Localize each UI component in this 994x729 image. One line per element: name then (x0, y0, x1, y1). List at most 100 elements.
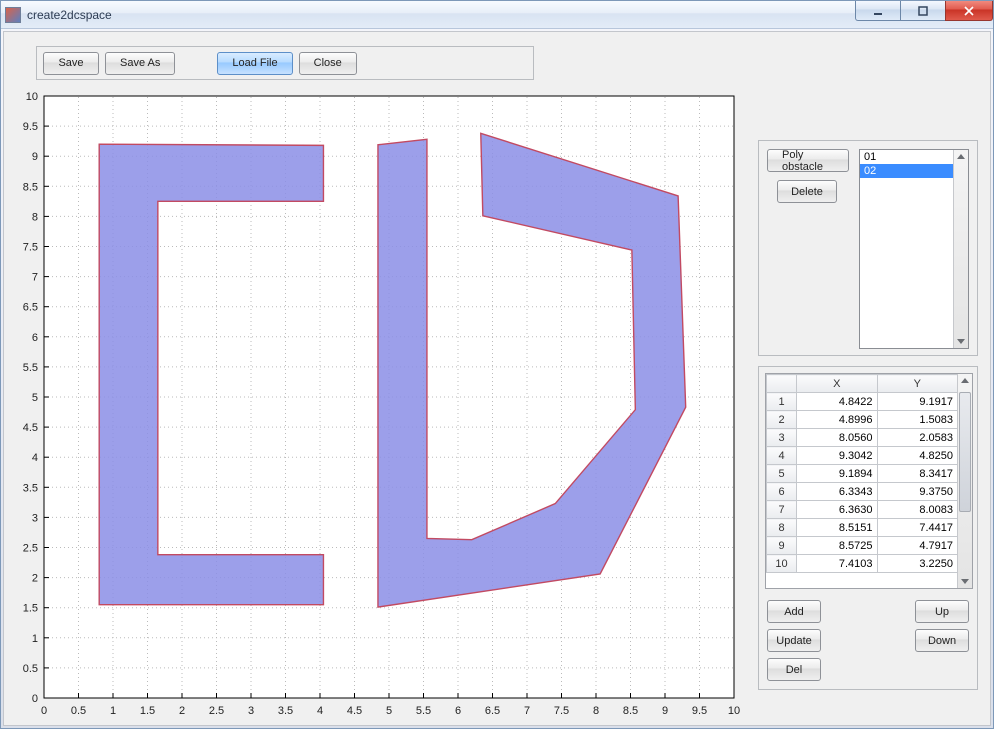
row-header[interactable]: 6 (767, 483, 797, 501)
minimize-button[interactable] (855, 1, 901, 21)
svg-text:9: 9 (662, 705, 668, 717)
svg-text:3.5: 3.5 (23, 482, 38, 494)
table-scrollbar[interactable] (957, 374, 972, 588)
obstacle-listbox[interactable]: 0102 (859, 149, 969, 349)
svg-text:2.5: 2.5 (209, 705, 224, 717)
table-row[interactable]: 59.18948.3417 (767, 465, 958, 483)
down-vertex-button[interactable]: Down (915, 629, 969, 652)
svg-text:8.5: 8.5 (23, 181, 38, 193)
delete-obstacle-button[interactable]: Delete (777, 180, 837, 203)
svg-text:4: 4 (317, 705, 323, 717)
table-row[interactable]: 38.05602.0583 (767, 429, 958, 447)
svg-text:5.5: 5.5 (23, 362, 38, 374)
svg-text:0.5: 0.5 (71, 705, 86, 717)
row-header[interactable]: 7 (767, 501, 797, 519)
plot-axes[interactable]: 00.511.522.533.544.555.566.577.588.599.5… (10, 90, 742, 722)
cell-y[interactable]: 4.7917 (877, 537, 958, 555)
row-header[interactable]: 1 (767, 393, 797, 411)
window-title: create2dcspace (27, 8, 112, 22)
obstacle-panel: Poly obstacle Delete 0102 (758, 140, 978, 356)
close-window-button[interactable] (945, 1, 993, 21)
svg-text:5: 5 (32, 392, 38, 404)
poly-obstacle-button[interactable]: Poly obstacle (767, 149, 849, 172)
cell-x[interactable]: 6.3630 (797, 501, 878, 519)
cell-y[interactable]: 3.2250 (877, 555, 958, 573)
scrollbar-thumb[interactable] (959, 392, 971, 512)
maximize-icon (918, 6, 928, 16)
table-row[interactable]: 98.57254.7917 (767, 537, 958, 555)
row-header[interactable]: 5 (767, 465, 797, 483)
svg-text:1.5: 1.5 (23, 603, 38, 615)
svg-text:3.5: 3.5 (278, 705, 293, 717)
row-header[interactable]: 10 (767, 555, 797, 573)
table-row[interactable]: 24.89961.5083 (767, 411, 958, 429)
cell-x[interactable]: 9.3042 (797, 447, 878, 465)
svg-text:4.5: 4.5 (347, 705, 362, 717)
row-header[interactable]: 3 (767, 429, 797, 447)
add-vertex-button[interactable]: Add (767, 600, 821, 623)
col-header-y[interactable]: Y (877, 375, 958, 393)
titlebar[interactable]: create2dcspace (1, 1, 993, 29)
cell-x[interactable]: 8.5725 (797, 537, 878, 555)
cell-x[interactable]: 6.3343 (797, 483, 878, 501)
svg-text:5.5: 5.5 (416, 705, 431, 717)
cell-y[interactable]: 7.4417 (877, 519, 958, 537)
cell-x[interactable]: 9.1894 (797, 465, 878, 483)
svg-text:6: 6 (32, 332, 38, 344)
svg-text:2.5: 2.5 (23, 543, 38, 555)
svg-text:0: 0 (41, 705, 47, 717)
table-row[interactable]: 88.51517.4417 (767, 519, 958, 537)
close-button[interactable]: Close (299, 52, 357, 75)
cell-y[interactable]: 8.0083 (877, 501, 958, 519)
app-window: create2dcspace Save Save As Load File Cl… (0, 0, 994, 729)
load-file-button[interactable]: Load File (217, 52, 292, 75)
svg-text:1.5: 1.5 (140, 705, 155, 717)
svg-text:9: 9 (32, 151, 38, 163)
cell-y[interactable]: 2.0583 (877, 429, 958, 447)
vertex-panel: X Y 14.84229.191724.89961.508338.05602.0… (758, 366, 978, 690)
obstacle-list-item[interactable]: 02 (860, 164, 968, 178)
cell-y[interactable]: 4.8250 (877, 447, 958, 465)
cell-y[interactable]: 1.5083 (877, 411, 958, 429)
update-vertex-button[interactable]: Update (767, 629, 821, 652)
close-icon (964, 6, 974, 16)
table-row[interactable]: 76.36308.0083 (767, 501, 958, 519)
row-header[interactable]: 8 (767, 519, 797, 537)
svg-text:6.5: 6.5 (485, 705, 500, 717)
table-row[interactable]: 66.33439.3750 (767, 483, 958, 501)
save-as-button[interactable]: Save As (105, 52, 175, 75)
cell-x[interactable]: 8.0560 (797, 429, 878, 447)
svg-text:4: 4 (32, 452, 38, 464)
cell-x[interactable]: 4.8422 (797, 393, 878, 411)
row-header[interactable]: 9 (767, 537, 797, 555)
maximize-button[interactable] (900, 1, 946, 21)
col-header-x[interactable]: X (797, 375, 878, 393)
svg-text:5: 5 (386, 705, 392, 717)
svg-text:9.5: 9.5 (692, 705, 707, 717)
table-row[interactable]: 14.84229.1917 (767, 393, 958, 411)
svg-text:7.5: 7.5 (554, 705, 569, 717)
cell-y[interactable]: 9.1917 (877, 393, 958, 411)
svg-text:1: 1 (110, 705, 116, 717)
table-row[interactable]: 49.30424.8250 (767, 447, 958, 465)
svg-text:0: 0 (32, 693, 38, 705)
del-vertex-button[interactable]: Del (767, 658, 821, 681)
vertex-table[interactable]: X Y 14.84229.191724.89961.508338.05602.0… (766, 374, 958, 573)
svg-text:8.5: 8.5 (623, 705, 638, 717)
table-row[interactable]: 107.41033.2250 (767, 555, 958, 573)
cell-y[interactable]: 8.3417 (877, 465, 958, 483)
svg-text:9.5: 9.5 (23, 121, 38, 133)
row-header[interactable]: 2 (767, 411, 797, 429)
svg-text:10: 10 (26, 91, 38, 103)
row-header[interactable]: 4 (767, 447, 797, 465)
cell-x[interactable]: 8.5151 (797, 519, 878, 537)
svg-text:6: 6 (455, 705, 461, 717)
cell-x[interactable]: 7.4103 (797, 555, 878, 573)
up-vertex-button[interactable]: Up (915, 600, 969, 623)
save-button[interactable]: Save (43, 52, 99, 75)
cell-x[interactable]: 4.8996 (797, 411, 878, 429)
cell-y[interactable]: 9.3750 (877, 483, 958, 501)
obstacle-list-item[interactable]: 01 (860, 150, 968, 164)
vertex-table-container: X Y 14.84229.191724.89961.508338.05602.0… (765, 373, 973, 589)
listbox-scrollbar[interactable] (953, 150, 968, 348)
